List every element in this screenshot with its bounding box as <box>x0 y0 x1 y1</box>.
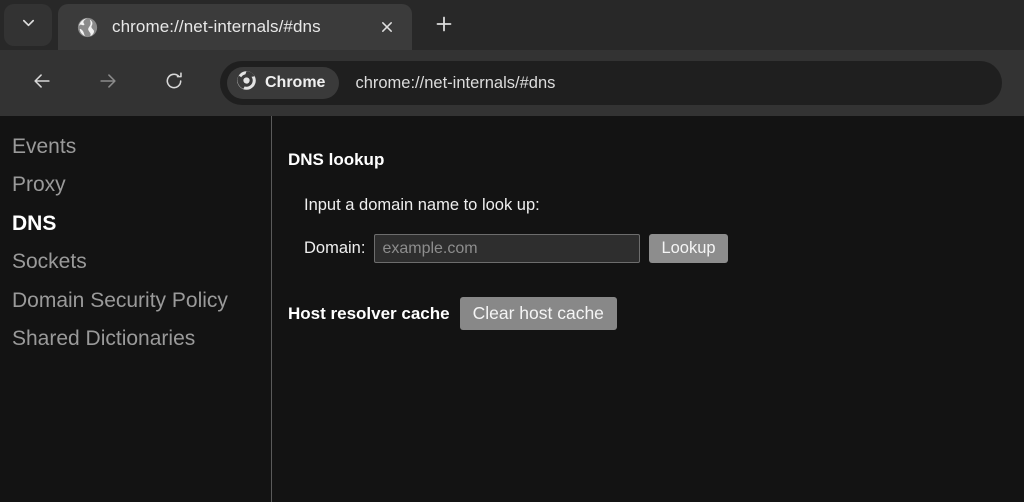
chrome-origin-chip[interactable]: Chrome <box>227 67 340 99</box>
dns-lookup-form: Input a domain name to look up: Domain: … <box>288 196 1024 263</box>
tab-title: chrome://net-internals/#dns <box>112 17 321 36</box>
chevron-down-icon <box>21 15 36 35</box>
sidebar-item-domain-security-policy[interactable]: Domain Security Policy <box>0 282 271 320</box>
address-bar[interactable]: Chrome chrome://net-internals/#dns <box>220 61 1002 105</box>
arrow-right-icon <box>97 70 119 97</box>
dns-panel: DNS lookup Input a domain name to look u… <box>272 116 1024 502</box>
domain-input[interactable] <box>374 234 641 263</box>
host-resolver-cache-row: Host resolver cache Clear host cache <box>288 297 1024 330</box>
sidebar-item-events[interactable]: Events <box>0 128 271 166</box>
back-button[interactable] <box>20 61 64 105</box>
close-icon[interactable] <box>372 12 402 42</box>
chrome-logo-icon <box>236 70 257 96</box>
browser-window: chrome://net-internals/#dns Chrome chrom… <box>0 0 1024 502</box>
plus-icon <box>435 15 453 38</box>
domain-label: Domain: <box>304 239 366 257</box>
reload-button[interactable] <box>152 61 196 105</box>
sidebar-nav: Events Proxy DNS Sockets Domain Security… <box>0 116 272 502</box>
lookup-button[interactable]: Lookup <box>649 234 728 263</box>
clear-host-cache-button[interactable]: Clear host cache <box>459 297 617 330</box>
page-title: DNS lookup <box>288 150 385 169</box>
tab-search-button[interactable] <box>4 4 52 46</box>
forward-button[interactable] <box>86 61 130 105</box>
globe-icon <box>76 16 98 38</box>
sidebar-item-proxy[interactable]: Proxy <box>0 166 271 204</box>
sidebar-item-sockets[interactable]: Sockets <box>0 243 271 281</box>
tab-active[interactable]: chrome://net-internals/#dns <box>58 4 412 50</box>
chrome-chip-label: Chrome <box>265 74 326 91</box>
browser-toolbar: Chrome chrome://net-internals/#dns <box>0 50 1024 116</box>
host-resolver-cache-label: Host resolver cache <box>288 303 450 323</box>
address-bar-url: chrome://net-internals/#dns <box>355 73 556 92</box>
arrow-left-icon <box>31 70 53 97</box>
sidebar-item-dns[interactable]: DNS <box>0 205 271 243</box>
lookup-hint-text: Input a domain name to look up: <box>304 196 540 214</box>
new-tab-button[interactable] <box>424 6 464 46</box>
domain-form-row: Domain: Lookup <box>304 234 1024 263</box>
sidebar-item-shared-dictionaries[interactable]: Shared Dictionaries <box>0 320 271 358</box>
tab-strip: chrome://net-internals/#dns <box>0 0 1024 50</box>
reload-icon <box>163 70 185 97</box>
net-internals-page: Events Proxy DNS Sockets Domain Security… <box>0 116 1024 502</box>
